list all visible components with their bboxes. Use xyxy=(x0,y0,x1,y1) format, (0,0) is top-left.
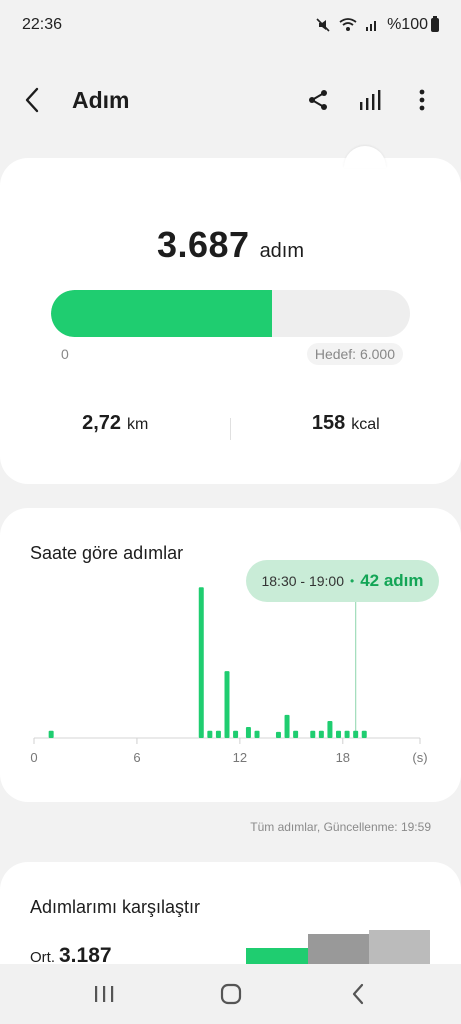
chart-bar xyxy=(293,730,299,738)
chart-bar xyxy=(353,730,359,738)
battery-icon xyxy=(431,16,439,32)
home-button[interactable] xyxy=(201,969,261,1019)
steps-count: 3.687 xyxy=(156,224,250,265)
steps-total: 3.687 adım xyxy=(0,224,461,266)
page-title: Adım xyxy=(72,86,130,113)
goal-progress-bar xyxy=(51,290,410,337)
recents-icon xyxy=(94,986,113,1002)
calories-stat: 158 kcal xyxy=(231,412,461,444)
x-axis-unit: (s) xyxy=(412,750,427,765)
app-bar: Adım xyxy=(0,70,461,130)
calories-value: 158 xyxy=(311,412,346,434)
battery-text: %100 xyxy=(387,16,428,33)
chart-bar xyxy=(327,720,333,738)
x-tick-label: 12 xyxy=(233,750,247,765)
distance-stat: 2,72 km xyxy=(0,412,231,444)
more-icon xyxy=(419,89,425,111)
card-handle[interactable] xyxy=(344,146,386,168)
stats-divider xyxy=(230,418,231,440)
chart-bar xyxy=(224,671,230,738)
battery-indicator: %100 xyxy=(387,16,439,34)
share-icon xyxy=(309,90,327,110)
share-button[interactable] xyxy=(303,80,333,120)
tooltip-value: 42 adım xyxy=(360,571,424,590)
progress-min-label: 0 xyxy=(61,346,69,362)
steps-unit: adım xyxy=(259,240,305,262)
chart-bar xyxy=(344,730,350,738)
system-nav-bar xyxy=(0,964,461,1024)
recents-button[interactable] xyxy=(74,969,134,1019)
trends-button[interactable] xyxy=(355,80,385,120)
chart-bar xyxy=(284,714,290,738)
x-tick-label: 18 xyxy=(336,750,350,765)
chart-bar xyxy=(245,727,251,738)
wifi-icon xyxy=(339,18,357,32)
chart-bar xyxy=(198,587,204,738)
status-bar: 22:36 %100 xyxy=(0,0,461,50)
compare-bar-gray xyxy=(308,934,369,968)
compare-bar-lightgray xyxy=(369,930,430,968)
home-icon xyxy=(220,983,241,1005)
more-options-button[interactable] xyxy=(407,80,437,120)
chart-bar xyxy=(207,730,213,738)
calories-unit: kcal xyxy=(351,416,380,433)
x-tick-label: 0 xyxy=(30,750,37,765)
chart-bar xyxy=(254,730,260,738)
goal-progress-fill xyxy=(51,290,272,337)
stats-row: 2,72 km 158 kcal xyxy=(0,412,461,444)
chart-bar xyxy=(361,730,367,738)
update-status: Tüm adımlar, Güncellenme: 19:59 xyxy=(250,820,431,834)
mute-icon xyxy=(315,17,331,33)
chart-bar xyxy=(233,730,239,738)
compare-title: Adımlarımı karşılaştır xyxy=(30,897,201,917)
chart-icon xyxy=(360,90,381,110)
tooltip-range: 18:30 - 19:00 xyxy=(261,573,344,589)
goal-label: Hedef: 6.000 xyxy=(306,343,403,365)
back-nav-icon xyxy=(352,983,363,1005)
distance-unit: km xyxy=(127,416,149,433)
chart-bar xyxy=(318,730,324,738)
back-icon xyxy=(25,87,39,113)
x-tick-label: 6 xyxy=(133,750,140,765)
tooltip-dot: • xyxy=(350,574,355,588)
chart-tooltip: 18:30 - 19:00 • 42 adım xyxy=(246,560,439,602)
signal-icon xyxy=(365,18,379,32)
back-button[interactable] xyxy=(24,80,56,120)
chart-bar xyxy=(310,730,316,738)
status-time: 22:36 xyxy=(22,16,63,33)
distance-value: 2,72 xyxy=(82,412,122,434)
status-icons: %100 xyxy=(315,16,439,34)
chart-bar xyxy=(336,730,342,738)
chart-bar xyxy=(215,730,221,738)
chart-bar xyxy=(275,731,281,738)
chart-bar xyxy=(48,730,54,738)
back-nav-button[interactable] xyxy=(328,969,388,1019)
